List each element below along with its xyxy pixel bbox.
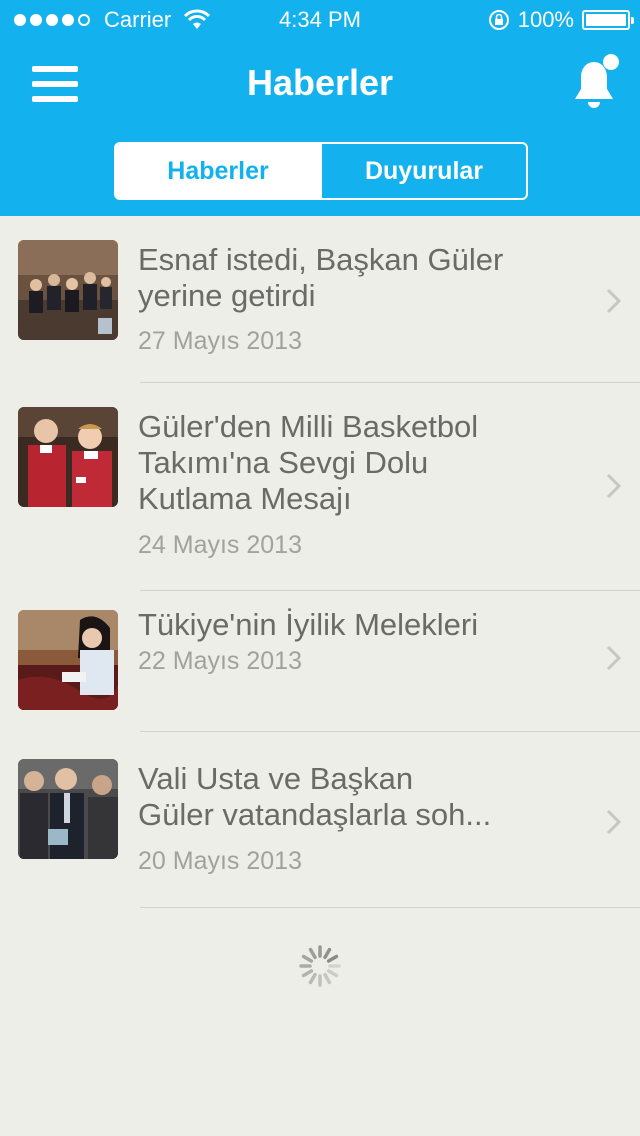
news-title: Vali Usta ve Başkan Güler vatandaşlarla …	[138, 761, 492, 832]
tab-haberler[interactable]: Haberler	[116, 144, 320, 198]
news-title: Güler'den Milli Basketbol Takımı'na Sevg…	[138, 409, 479, 516]
nav-header: Carrier 4:34 PM 100% Haberler Haberler D…	[0, 0, 640, 216]
chevron-right-icon	[606, 645, 622, 671]
loading-spinner-icon	[299, 945, 341, 987]
news-thumbnail	[18, 610, 118, 710]
news-title: Tükiye'nin İyilik Melekleri	[138, 607, 479, 642]
news-thumbnail	[18, 759, 118, 859]
tab-duyurular[interactable]: Duyurular	[320, 144, 526, 198]
segmented-control: Haberler Duyurular	[114, 142, 528, 200]
news-date: 22 Mayıs 2013	[138, 647, 302, 675]
news-date: 20 Mayıs 2013	[138, 847, 302, 875]
rotation-lock-icon	[488, 10, 509, 30]
news-list-item[interactable]: Vali Usta ve Başkan Güler vatandaşlarla …	[0, 732, 640, 908]
news-date: 27 Mayıs 2013	[138, 327, 302, 355]
battery-percent: 100%	[517, 7, 574, 32]
news-title: Esnaf istedi, Başkan Güler yerine getird…	[138, 242, 504, 313]
notification-badge	[603, 54, 619, 70]
news-list-item[interactable]: Esnaf istedi, Başkan Güler yerine getird…	[0, 216, 640, 383]
news-date: 24 Mayıs 2013	[138, 531, 302, 559]
status-bar: Carrier 4:34 PM 100%	[0, 0, 640, 40]
news-thumbnail	[18, 240, 118, 340]
news-list-item[interactable]: Tükiye'nin İyilik Melekleri 22 Mayıs 201…	[0, 591, 640, 732]
chevron-right-icon	[606, 809, 622, 835]
chevron-right-icon	[606, 288, 622, 314]
news-list-item[interactable]: Güler'den Milli Basketbol Takımı'na Sevg…	[0, 383, 640, 591]
chevron-right-icon	[606, 473, 622, 499]
page-title: Haberler	[246, 62, 394, 103]
news-thumbnail	[18, 407, 118, 507]
battery-icon	[582, 10, 634, 30]
news-list: Esnaf istedi, Başkan Güler yerine getird…	[0, 216, 640, 908]
